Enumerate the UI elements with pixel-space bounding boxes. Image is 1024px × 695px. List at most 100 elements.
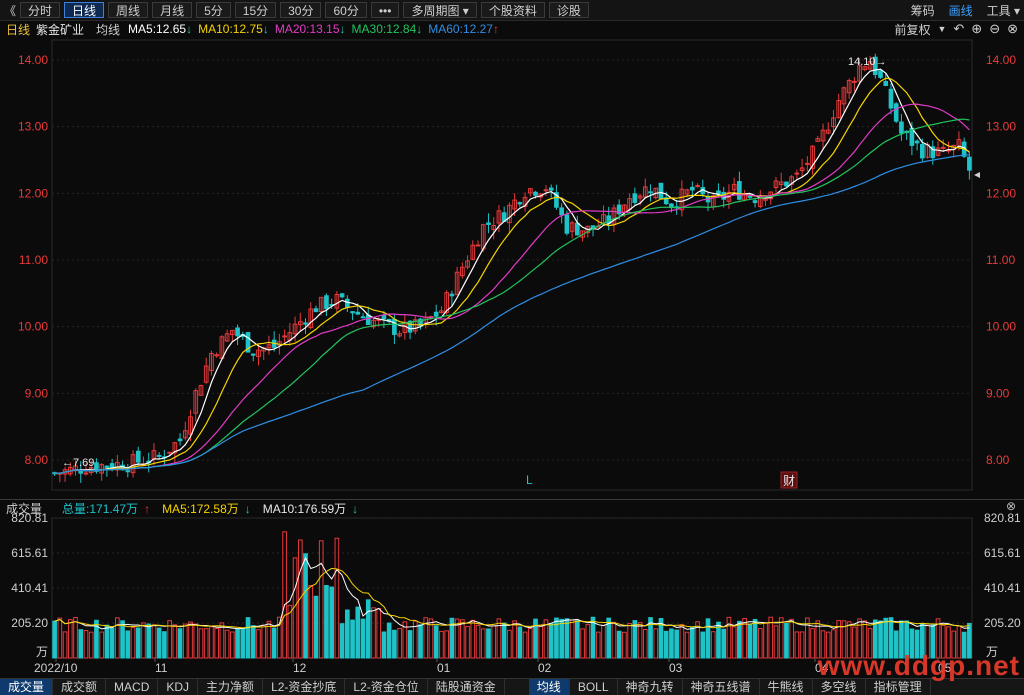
candle-body	[543, 189, 549, 192]
candle-body	[899, 121, 904, 134]
volume-bar	[381, 631, 387, 659]
price-tick-left: 9.00	[25, 386, 49, 400]
candle-body	[632, 193, 638, 203]
candle-body	[313, 308, 319, 313]
kline-chart[interactable]: 14.00 14.00 13.00 13.00 12.00 12.00 11.00 11.00…	[0, 0, 1024, 678]
volume-bar	[308, 585, 314, 659]
volume-bar	[230, 631, 235, 659]
indicator-tab-bt1-3[interactable]: KDJ	[158, 679, 199, 695]
price-tick-right: 12.00	[986, 186, 1016, 200]
volume-ma10-line	[54, 567, 970, 629]
volume-bar	[637, 622, 643, 659]
volume-bar	[460, 619, 465, 659]
indicator-tab-bt1-2[interactable]: MACD	[106, 679, 159, 695]
volume-bar	[684, 631, 690, 659]
volume-bar	[538, 624, 544, 659]
volume-close-icon[interactable]: ⊗	[1006, 499, 1016, 513]
volume-bar	[62, 631, 68, 659]
candle-body	[392, 318, 397, 335]
volume-bar	[339, 623, 345, 659]
indicator-tab-bt2-2[interactable]: 神奇九转	[618, 679, 683, 695]
candle-body	[250, 353, 256, 356]
candle-body	[920, 143, 925, 159]
volume-tick-left: 205.20	[11, 616, 48, 630]
volume-ma10: MA10:176.59万 ↓	[262, 501, 359, 516]
volume-bar	[397, 627, 402, 659]
volume-bar	[721, 628, 727, 659]
volume-bar	[198, 628, 204, 659]
volume-bar	[57, 617, 63, 659]
x-tick-label: 2022/10	[34, 661, 78, 675]
volume-bar	[752, 618, 758, 659]
volume-bar	[350, 619, 355, 659]
indicator-tab-bt1-5[interactable]: L2-资金抄底	[263, 679, 346, 695]
volume-tick-left: 410.41	[11, 581, 48, 595]
price-tick-right: 10.00	[986, 320, 1016, 334]
low-marker: ←7.69	[62, 457, 94, 469]
candle-body	[914, 140, 920, 144]
volume-bar	[564, 618, 570, 659]
volume-bar	[486, 628, 491, 659]
volume-bar	[407, 630, 413, 659]
volume-bar	[151, 624, 157, 659]
indicator-tab-bt1-1[interactable]: 成交额	[53, 679, 107, 695]
volume-bar	[601, 624, 606, 659]
indicator-tab-bt2-3[interactable]: 神奇五线谱	[683, 679, 760, 695]
indicator-tab-bt1-6[interactable]: L2-资金仓位	[345, 679, 428, 695]
volume-bar	[329, 586, 334, 659]
candle-body	[486, 222, 491, 225]
candle-body	[533, 191, 538, 196]
candle-body	[177, 438, 183, 442]
volume-bar	[480, 628, 486, 659]
volume-bar	[527, 627, 533, 659]
volume-bar	[731, 626, 737, 659]
indicator-tab-bt2-0[interactable]: 均线	[528, 679, 570, 695]
x-tick-label: 12	[293, 661, 307, 675]
volume-bar	[219, 622, 225, 659]
volume-tick-right: 615.61	[984, 546, 1021, 560]
volume-bar	[439, 630, 444, 659]
volume-bar	[663, 630, 669, 659]
volume-ma5: MA5:172.58万 ↓	[162, 501, 251, 516]
candle-body	[648, 191, 653, 194]
volume-bar	[784, 622, 789, 659]
volume-bar	[371, 607, 376, 659]
candle-body	[690, 186, 695, 191]
volume-bar	[392, 629, 397, 659]
candle-body	[967, 156, 972, 171]
volume-bar	[470, 619, 476, 659]
volume-bar	[130, 627, 136, 659]
volume-bar	[622, 631, 627, 659]
volume-bar	[737, 620, 742, 659]
price-tick-right: 8.00	[986, 453, 1010, 467]
volume-bar	[214, 627, 219, 659]
volume-bar	[690, 626, 695, 659]
volume-bar	[146, 623, 152, 659]
volume-bar	[261, 624, 267, 659]
indicator-tab-bt1-4[interactable]: 主力净额	[198, 679, 264, 695]
indicator-tab-bt2-1[interactable]: BOLL	[570, 679, 618, 695]
indicator-tab-bt1-0[interactable]: 成交量	[0, 679, 54, 695]
price-tick-right: 9.00	[986, 386, 1010, 400]
candle-body	[752, 200, 758, 204]
volume-tick-right: 205.20	[984, 616, 1021, 630]
candle-body	[235, 327, 240, 337]
volume-bar	[757, 628, 763, 659]
ma30-line	[54, 118, 970, 475]
volume-bar	[172, 624, 178, 659]
candle-body	[940, 146, 946, 149]
candle-body	[747, 195, 753, 198]
volume-bar	[135, 627, 141, 659]
candle-body	[564, 214, 570, 234]
candle-body	[559, 207, 564, 216]
volume-bar	[250, 625, 256, 659]
volume-bar	[679, 624, 685, 659]
indicator-tab-bt1-7[interactable]: 陆股通资金	[428, 679, 505, 695]
volume-tick-right: 410.41	[984, 581, 1021, 595]
volume-bar	[595, 631, 601, 659]
volume-bar	[141, 622, 146, 659]
volume-bar	[324, 584, 329, 659]
indicator-tab-bt2-4[interactable]: 牛熊线	[760, 679, 813, 695]
volume-bar	[496, 618, 502, 659]
volume-bar	[575, 620, 580, 659]
